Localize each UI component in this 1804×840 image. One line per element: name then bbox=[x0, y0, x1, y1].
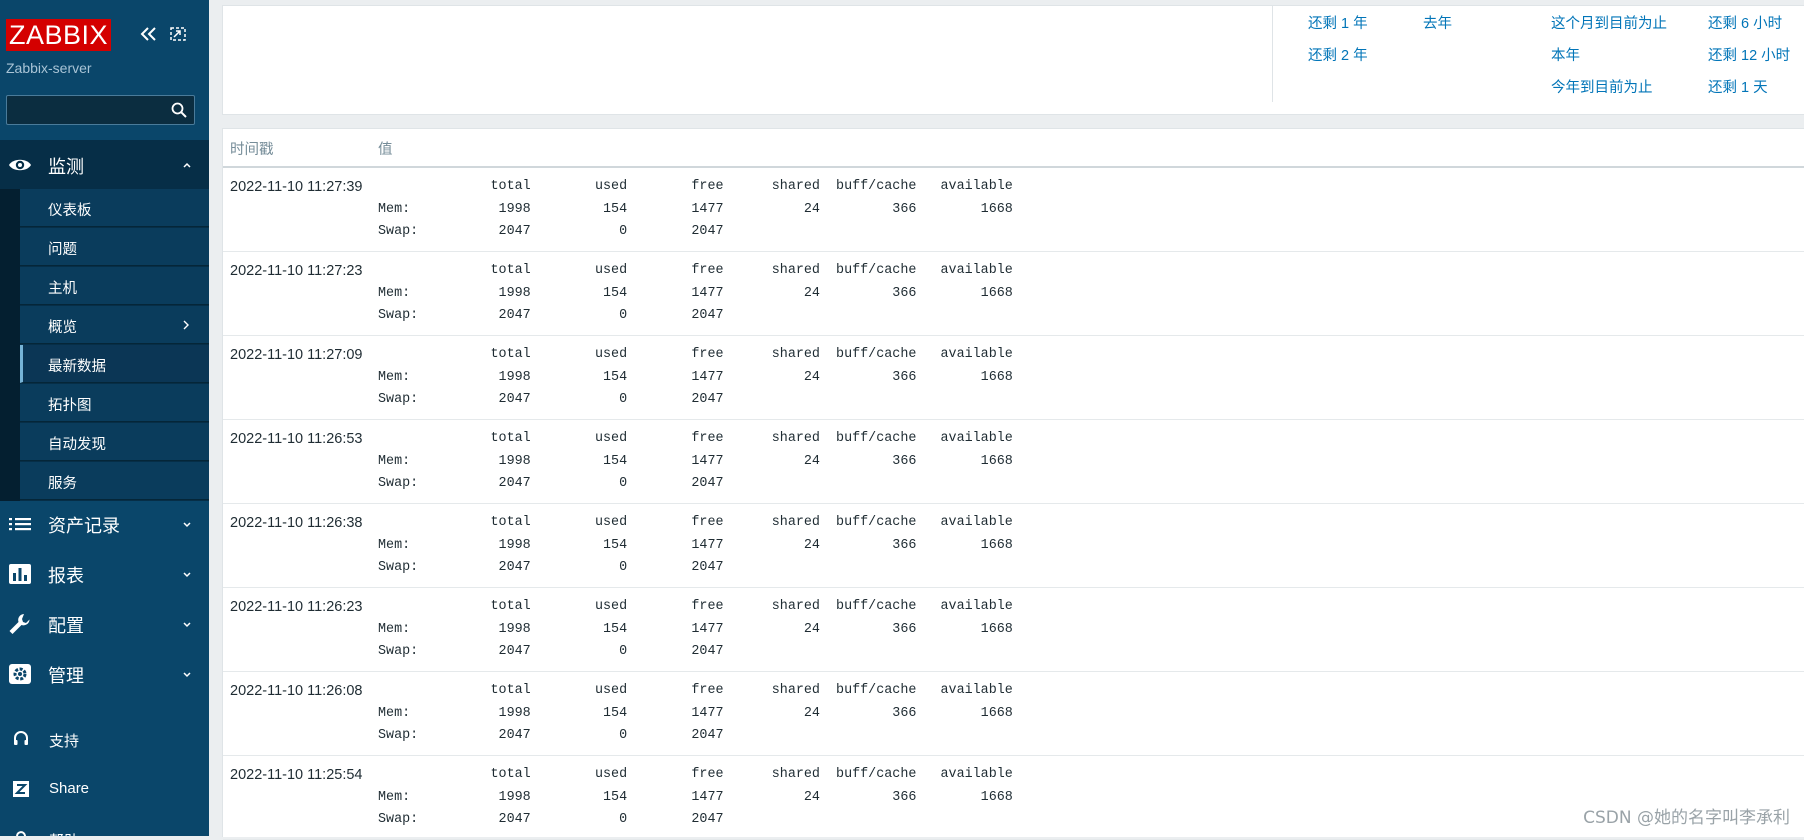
sidebar-item-label: 主机 bbox=[48, 281, 77, 297]
chevron-down-icon bbox=[183, 522, 191, 528]
row-value: total used free shared buff/cache availa… bbox=[378, 431, 1013, 491]
server-name: Zabbix-server bbox=[6, 60, 92, 76]
table-row: 2022-11-10 11:27:23 total used free shar… bbox=[223, 252, 1804, 336]
gear-icon bbox=[9, 664, 31, 684]
menu-monitoring-label: 监测 bbox=[48, 157, 84, 177]
panel-divider bbox=[1272, 6, 1273, 102]
menu-inventory[interactable]: 资产记录 bbox=[0, 499, 209, 549]
sidebar-support[interactable]: 支持 bbox=[0, 719, 209, 759]
row-timestamp: 2022-11-10 11:27:23 bbox=[230, 263, 363, 279]
search-input[interactable] bbox=[11, 100, 165, 122]
row-timestamp: 2022-11-10 11:25:54 bbox=[230, 767, 363, 783]
menu-reports[interactable]: 报表 bbox=[0, 549, 209, 599]
row-value: total used free shared buff/cache availa… bbox=[378, 767, 1013, 827]
sidebar-item-label: 问题 bbox=[48, 242, 77, 258]
table-row: 2022-11-10 11:26:08 total used free shar… bbox=[223, 672, 1804, 756]
headset-icon bbox=[14, 731, 28, 745]
sidebar-share-label: Share bbox=[49, 780, 90, 797]
range-month-so-far[interactable]: 这个月到目前为止 bbox=[1551, 12, 1667, 33]
range-previous-year[interactable]: 去年 bbox=[1423, 12, 1452, 33]
sidebar-item-latest-data[interactable]: 最新数据 bbox=[20, 345, 209, 383]
row-value: total used free shared buff/cache availa… bbox=[378, 263, 1013, 323]
row-timestamp: 2022-11-10 11:27:39 bbox=[230, 179, 363, 195]
sidebar-item-label: 概览 bbox=[48, 320, 77, 336]
sidebar-search[interactable] bbox=[6, 95, 195, 125]
sidebar-item-discovery[interactable]: 自动发现 bbox=[20, 423, 209, 461]
sidebar-item-label: 服务 bbox=[48, 476, 77, 492]
menu-reports-label: 报表 bbox=[48, 566, 84, 586]
table-row: 2022-11-10 11:27:39 total used free shar… bbox=[223, 168, 1804, 252]
list-icon bbox=[9, 518, 31, 531]
sidebar-item-label: 最新数据 bbox=[48, 359, 106, 375]
sidebar-help[interactable]: 帮助 bbox=[0, 819, 209, 836]
chevron-down-icon bbox=[183, 572, 191, 578]
menu-administration[interactable]: 管理 bbox=[0, 649, 209, 699]
sidebar-support-label: 支持 bbox=[49, 733, 80, 750]
collapse-sidebar-icon[interactable] bbox=[138, 24, 158, 44]
help-icon bbox=[16, 831, 26, 836]
table-row: 2022-11-10 11:26:53 total used free shar… bbox=[223, 420, 1804, 504]
csdn-watermark: CSDN @她的名字叫李承利 bbox=[1583, 808, 1790, 828]
range-last-1-year[interactable]: 还剩 1 年 bbox=[1308, 12, 1368, 33]
row-timestamp: 2022-11-10 11:26:38 bbox=[230, 515, 363, 531]
kiosk-mode-icon[interactable] bbox=[169, 25, 187, 43]
chevron-down-icon bbox=[183, 672, 191, 678]
eye-icon bbox=[9, 159, 31, 171]
row-value: total used free shared buff/cache availa… bbox=[378, 179, 1013, 239]
monitoring-submenu: 仪表板 问题 主机 概览 最新数据 拓扑图 自动发现 服务 bbox=[0, 189, 209, 501]
menu-configuration[interactable]: 配置 bbox=[0, 599, 209, 649]
range-year-so-far[interactable]: 今年到目前为止 bbox=[1551, 76, 1653, 97]
row-value: total used free shared buff/cache availa… bbox=[378, 515, 1013, 575]
menu-inventory-label: 资产记录 bbox=[48, 516, 120, 536]
sidebar-item-services[interactable]: 服务 bbox=[20, 462, 209, 500]
sidebar-share[interactable]: Share bbox=[0, 769, 209, 809]
sidebar-item-label: 仪表板 bbox=[48, 203, 92, 219]
sidebar-item-maps[interactable]: 拓扑图 bbox=[20, 384, 209, 422]
range-last-1-day[interactable]: 还剩 1 天 bbox=[1708, 76, 1768, 97]
row-value: total used free shared buff/cache availa… bbox=[378, 683, 1013, 743]
sidebar-item-hosts[interactable]: 主机 bbox=[20, 267, 209, 305]
time-range-panel: 还剩 1 年 还剩 2 年 去年 这个月到目前为止 本年 今年到目前为止 还剩 … bbox=[222, 5, 1804, 115]
wrench-icon bbox=[9, 614, 30, 634]
row-timestamp: 2022-11-10 11:26:53 bbox=[230, 431, 363, 447]
sidebar-help-label: 帮助 bbox=[49, 830, 79, 836]
row-value: total used free shared buff/cache availa… bbox=[378, 599, 1013, 659]
table-row: 2022-11-10 11:27:09 total used free shar… bbox=[223, 336, 1804, 420]
table-row: 2022-11-10 11:26:38 total used free shar… bbox=[223, 504, 1804, 588]
row-value: total used free shared buff/cache availa… bbox=[378, 347, 1013, 407]
table-row: 2022-11-10 11:25:54 total used free shar… bbox=[223, 756, 1804, 840]
row-timestamp: 2022-11-10 11:27:09 bbox=[230, 347, 363, 363]
sidebar-item-label: 拓扑图 bbox=[48, 398, 92, 414]
menu-configuration-label: 配置 bbox=[48, 616, 84, 636]
row-timestamp: 2022-11-10 11:26:23 bbox=[230, 599, 363, 615]
menu-monitoring[interactable]: 监测 bbox=[0, 140, 209, 190]
sidebar-item-dashboard[interactable]: 仪表板 bbox=[20, 189, 209, 227]
sidebar-item-label: 自动发现 bbox=[48, 437, 106, 453]
bar-chart-icon bbox=[9, 564, 31, 584]
sidebar-item-overview[interactable]: 概览 bbox=[20, 306, 209, 344]
table-row: 2022-11-10 11:26:23 total used free shar… bbox=[223, 588, 1804, 672]
search-icon[interactable] bbox=[170, 101, 188, 119]
chevron-right-icon bbox=[183, 320, 189, 330]
chevron-down-icon bbox=[183, 622, 191, 628]
sidebar: ZABBIX Zabbix-server 监测 仪表板 问题 主机 概览 最新数… bbox=[0, 0, 209, 836]
range-last-6-hours[interactable]: 还剩 6 小时 bbox=[1708, 12, 1782, 33]
range-last-12-hours[interactable]: 还剩 12 小时 bbox=[1708, 44, 1790, 65]
history-table: 时间戳 值 2022-11-10 11:27:39 total used fre… bbox=[222, 128, 1804, 840]
column-header-timestamp[interactable]: 时间戳 bbox=[230, 138, 274, 159]
range-this-year[interactable]: 本年 bbox=[1551, 44, 1580, 65]
zabbix-logo[interactable]: ZABBIX bbox=[6, 19, 112, 51]
sidebar-item-problems[interactable]: 问题 bbox=[20, 228, 209, 266]
share-z-icon bbox=[13, 781, 29, 797]
range-last-2-years[interactable]: 还剩 2 年 bbox=[1308, 44, 1368, 65]
chevron-up-icon bbox=[183, 162, 191, 168]
column-header-value[interactable]: 值 bbox=[378, 138, 393, 159]
menu-administration-label: 管理 bbox=[48, 666, 84, 686]
row-timestamp: 2022-11-10 11:26:08 bbox=[230, 683, 363, 699]
